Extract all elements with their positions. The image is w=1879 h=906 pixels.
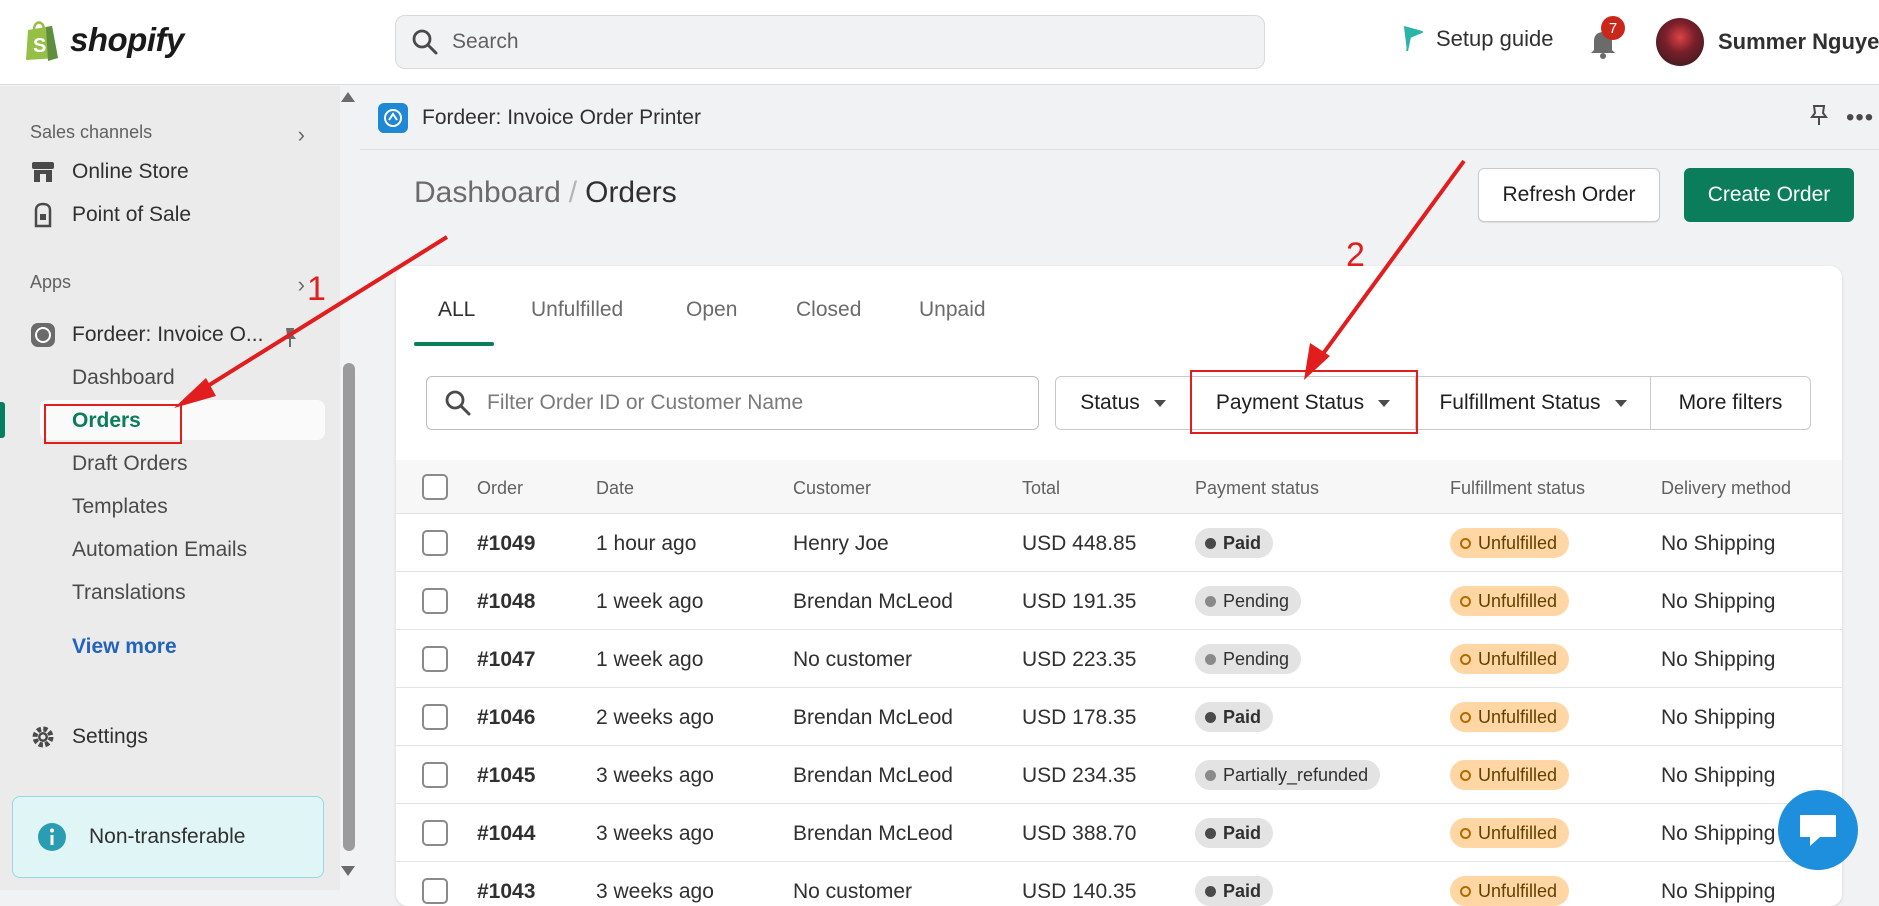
annotation-step-1: 1 bbox=[307, 270, 326, 308]
annotation-arrows bbox=[174, 159, 1466, 408]
chat-icon bbox=[1800, 815, 1836, 846]
chat-button[interactable] bbox=[1778, 790, 1858, 870]
annotation-step-2: 2 bbox=[1346, 236, 1365, 274]
